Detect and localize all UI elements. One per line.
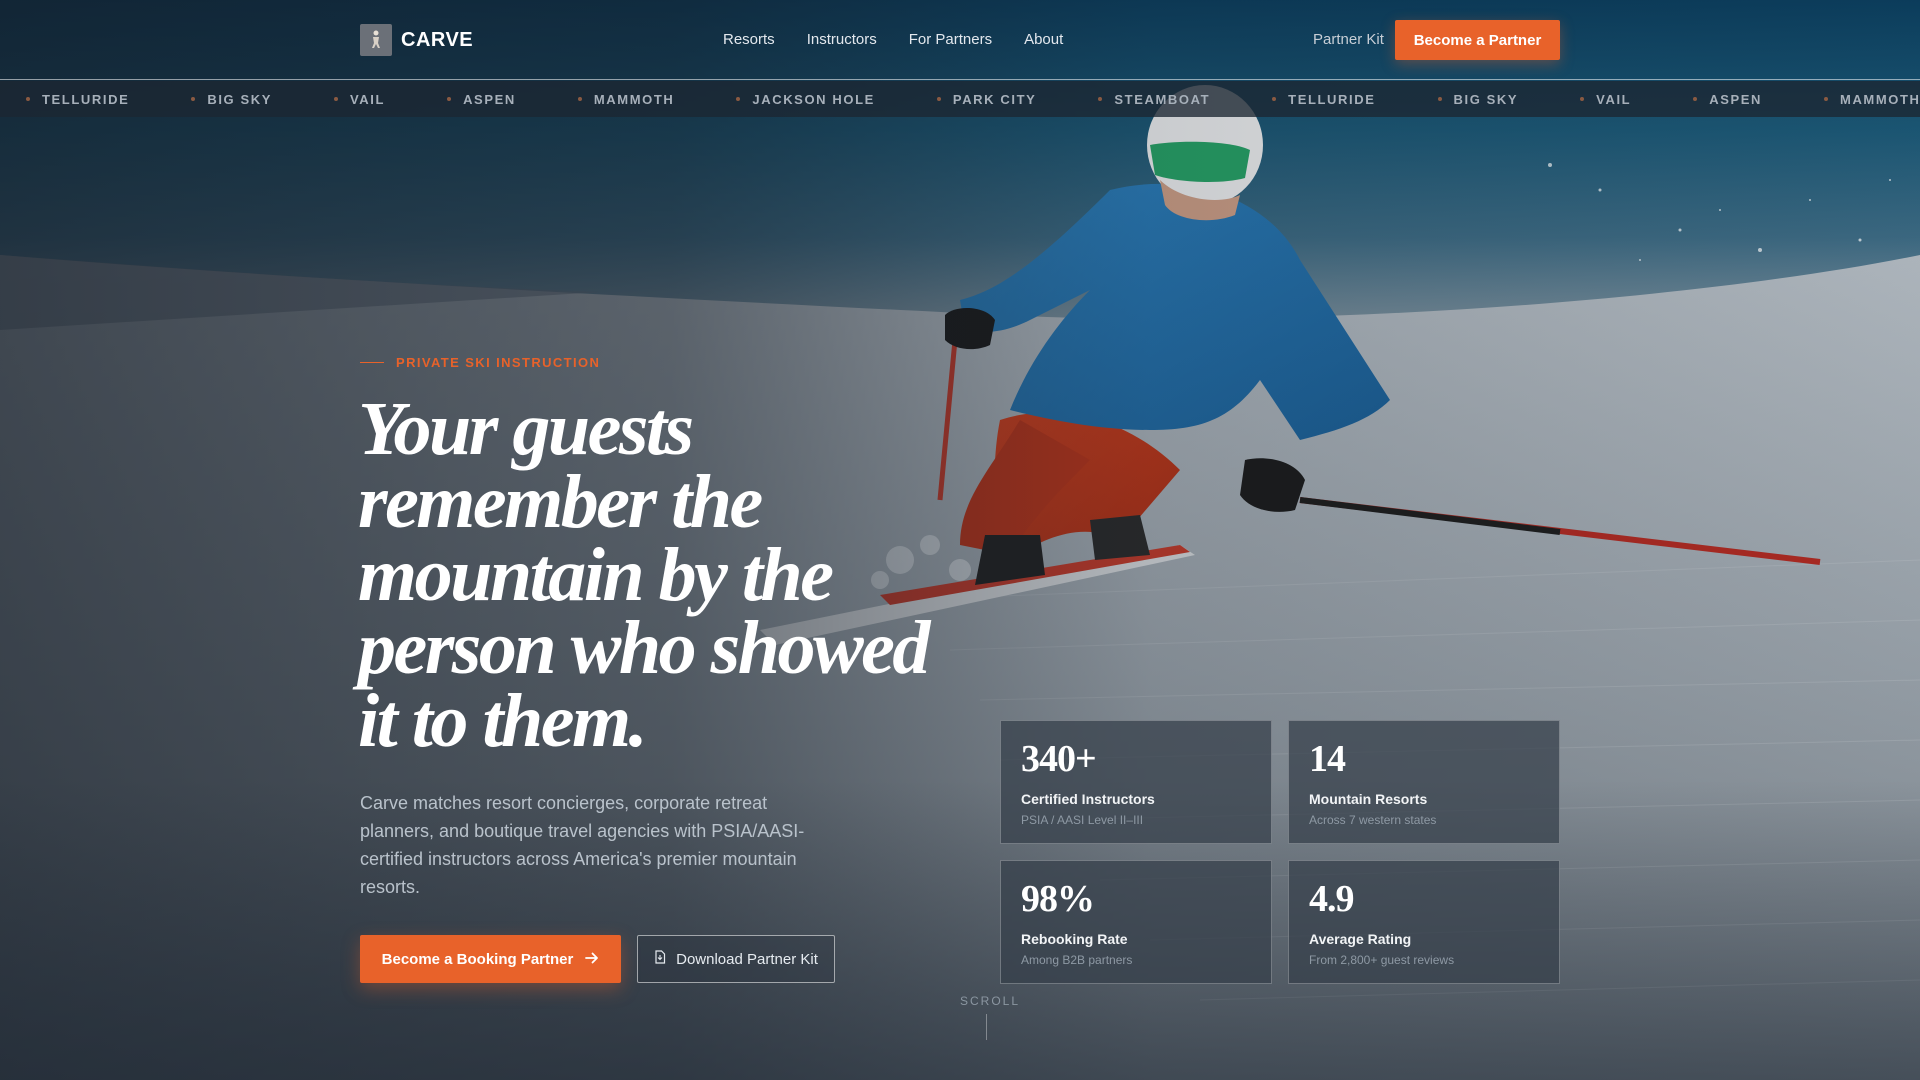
- stat-card-instructors: 340+ Certified Instructors PSIA / AASI L…: [1000, 720, 1272, 844]
- ticker-item: BIG SKY: [191, 92, 272, 107]
- ticker-label: ASPEN: [463, 91, 516, 107]
- ticker-item: VAIL: [334, 92, 385, 107]
- stat-value: 14: [1309, 738, 1346, 780]
- ticker-label: TELLURIDE: [42, 91, 130, 107]
- stat-value: 340+: [1021, 738, 1097, 780]
- ticker-item: STEAMBOAT: [1098, 92, 1210, 107]
- ticker-label: JACKSON HOLE: [752, 91, 875, 107]
- dot-icon: [577, 97, 582, 101]
- become-partner-button[interactable]: Become a Partner: [1395, 20, 1560, 60]
- ticker-item: MAMMOTH: [1824, 92, 1920, 107]
- dot-icon: [1272, 97, 1277, 101]
- ticker-item: PARK CITY: [936, 91, 1037, 107]
- stat-sub: Across 7 western states: [1309, 813, 1437, 827]
- ticker-item: ASPEN: [447, 92, 516, 107]
- cta-primary-label: Become a Booking Partner: [381, 950, 574, 968]
- main-nav: Resorts Instructors For Partners About: [723, 31, 1063, 48]
- arrow-right-icon: [585, 951, 599, 968]
- ticker-label: TELLURIDE: [1288, 91, 1376, 107]
- hero-subcopy: Carve matches resort concierges, corpora…: [360, 793, 805, 897]
- nav-item-instructors[interactable]: Instructors: [807, 31, 877, 48]
- cta-secondary-label: Download Partner Kit: [676, 950, 818, 968]
- stat-sub: PSIA / AASI Level II–III: [1021, 813, 1144, 827]
- ticker-item: VAIL: [1580, 92, 1631, 107]
- dot-icon: [1580, 97, 1585, 101]
- become-booking-partner-button[interactable]: Become a Booking Partner: [360, 935, 621, 983]
- skier-icon: [360, 24, 392, 56]
- partner-kit-link[interactable]: Partner Kit: [1313, 31, 1384, 48]
- stat-card-rebooking: 98% Rebooking Rate Among B2B partners: [1000, 860, 1272, 984]
- eyebrow-label: PRIVATE SKI INSTRUCTION: [396, 355, 601, 370]
- document-icon: [654, 950, 666, 968]
- ticker-label: VAIL: [1596, 91, 1632, 107]
- ticker-item: TELLURIDE: [26, 92, 129, 107]
- ticker-item: JACKSON HOLE: [736, 92, 875, 107]
- ticker-label: MAMMOTH: [593, 91, 675, 107]
- logo[interactable]: CARVE: [360, 24, 473, 56]
- stat-label: Mountain Resorts: [1309, 791, 1428, 807]
- nav-item-about[interactable]: About: [1024, 31, 1063, 48]
- stat-value: 4.9: [1309, 878, 1355, 920]
- ticker-label: MAMMOTH: [1840, 91, 1920, 107]
- dot-icon: [1824, 97, 1829, 101]
- stat-label: Average Rating: [1309, 931, 1412, 947]
- ticker-label: PARK CITY: [952, 91, 1037, 107]
- stat-card-resorts: 14 Mountain Resorts Across 7 western sta…: [1288, 720, 1560, 844]
- nav-item-for-partners[interactable]: For Partners: [909, 31, 992, 48]
- stat-sub: From 2,800+ guest reviews: [1309, 953, 1455, 967]
- stat-label: Certified Instructors: [1021, 791, 1155, 807]
- dot-icon: [936, 97, 941, 101]
- stat-value: 98%: [1021, 878, 1095, 920]
- dot-icon: [26, 97, 30, 101]
- nav-item-resorts[interactable]: Resorts: [723, 31, 775, 48]
- stat-card-rating: 4.9 Average Rating From 2,800+ guest rev…: [1288, 860, 1560, 984]
- ticker-item: BIG SKY: [1437, 91, 1519, 107]
- ticker-label: BIG SKY: [1453, 91, 1519, 107]
- ticker-item: ASPEN: [1693, 92, 1762, 107]
- resort-ticker: TELLURIDE BIG SKY VAIL ASPEN MAMMOTH JAC…: [0, 81, 1920, 117]
- download-partner-kit-button[interactable]: Download Partner Kit: [637, 935, 835, 983]
- dot-icon: [1098, 97, 1103, 101]
- dot-icon: [1693, 97, 1698, 101]
- eyebrow-rule: [360, 362, 384, 363]
- ticker-label: STEAMBOAT: [1114, 91, 1211, 107]
- hero-background: [0, 0, 1920, 1080]
- ticker-label: VAIL: [350, 91, 386, 107]
- dot-icon: [334, 97, 338, 101]
- stat-sub: Among B2B partners: [1021, 953, 1133, 967]
- ticker-item: MAMMOTH: [577, 91, 675, 107]
- hero-headline: Your guests remember the mountain by the…: [358, 387, 930, 763]
- ticker-label: BIG SKY: [207, 91, 272, 107]
- site-header: CARVE Resorts Instructors For Partners A…: [0, 0, 1920, 80]
- brand-name: CARVE: [401, 28, 474, 51]
- dot-icon: [447, 97, 452, 101]
- stat-label: Rebooking Rate: [1021, 931, 1128, 947]
- dot-icon: [1437, 97, 1442, 101]
- dot-icon: [736, 97, 741, 101]
- ticker-item: TELLURIDE: [1272, 92, 1375, 107]
- scroll-indicator-line: [986, 1014, 987, 1040]
- dot-icon: [191, 97, 196, 101]
- ticker-label: ASPEN: [1709, 91, 1763, 107]
- scroll-indicator-label[interactable]: SCROLL: [960, 994, 1020, 1008]
- hero-eyebrow: PRIVATE SKI INSTRUCTION: [360, 355, 600, 370]
